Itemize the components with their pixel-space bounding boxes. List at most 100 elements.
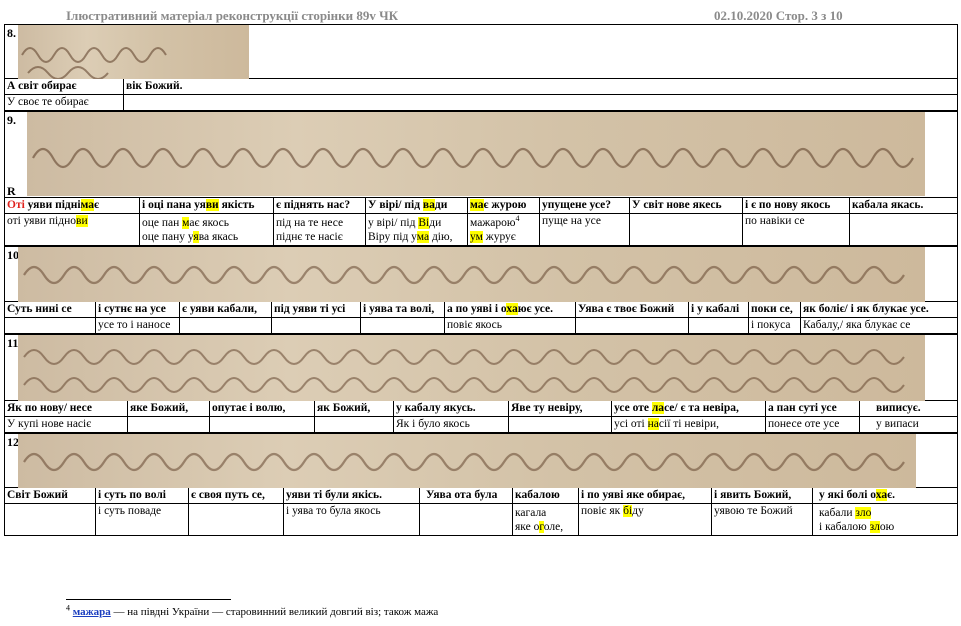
highlight: ха xyxy=(875,489,888,501)
cell: у вірі/ під Вiди Віру під ума дію, xyxy=(366,214,468,245)
highlight: зл xyxy=(869,521,880,533)
cell: У своє те обирає xyxy=(5,95,124,110)
header-title: Ілюстративний матеріал реконструкції сто… xyxy=(66,8,399,23)
cell: уяви ті були якісь. xyxy=(284,488,420,503)
highlight: ла xyxy=(651,402,665,414)
cell xyxy=(272,318,361,333)
cell: кабала якась. xyxy=(852,199,924,211)
cell: пуще на усе xyxy=(540,214,630,245)
text: ди xyxy=(434,199,448,211)
text: ди xyxy=(429,217,442,229)
section-10-plain-row: усе то і наносе повіє якось і покуса Каб… xyxy=(4,318,958,334)
cell xyxy=(128,417,210,432)
cell: Світ Божий xyxy=(5,488,96,503)
text: уяви підні xyxy=(24,199,81,211)
section-11-bold-row: Як по нову/ несе яке Божий, опутає і вол… xyxy=(4,401,958,417)
cell: оті уяви піднови xyxy=(5,214,140,245)
cell: Як і було якось xyxy=(394,417,509,432)
cell: по навіки се xyxy=(743,214,850,245)
cell xyxy=(5,318,96,333)
cell: Яве ту невіру, xyxy=(509,401,612,416)
cell: і явить Божий, xyxy=(712,488,813,503)
text: У вірі/ під xyxy=(368,199,423,211)
manuscript-image xyxy=(18,434,916,488)
section-10-image-row: 10 xyxy=(4,246,958,302)
cell: усі оті насії ті невіри, xyxy=(612,417,766,432)
highlight: ма xyxy=(80,199,95,211)
cell: і є по нову якось xyxy=(743,198,850,213)
cell xyxy=(189,504,284,535)
text: у які болі о xyxy=(819,489,876,501)
cell: у випаси xyxy=(876,418,919,430)
cell xyxy=(630,214,743,245)
section-number: 9. xyxy=(7,113,16,127)
cell: У світ нове якесь xyxy=(630,198,743,213)
text: піднє те насіє xyxy=(276,231,343,243)
cell: повіє як біду xyxy=(579,504,712,535)
text: ає якось xyxy=(189,217,229,229)
text: Віру під у xyxy=(368,231,417,243)
highlight: ви xyxy=(76,215,88,227)
red-word: Оті xyxy=(7,199,25,211)
text: і оці пана уя xyxy=(142,199,206,211)
cell: Суть нині се xyxy=(5,302,96,317)
cell xyxy=(361,318,445,333)
text: є xyxy=(94,199,100,211)
text: оце пан xyxy=(142,217,183,229)
section-9-plain-row: оті уяви піднови оце пан має якось оце па… xyxy=(4,214,958,246)
cell: і суть поваде xyxy=(96,504,189,535)
header-date-page: 02.10.2020 Стор. 3 з 10 xyxy=(714,8,843,23)
text: се/ є та невіра, xyxy=(664,402,739,414)
cell: Уява ота була xyxy=(420,488,513,503)
cell: Оті уяви піднімає xyxy=(5,198,140,213)
text: кабали xyxy=(819,507,856,519)
cell: і уява та волі, xyxy=(361,302,445,317)
cell: кабали зло і кабалою злою xyxy=(813,504,957,535)
cell: і сутнє на усе xyxy=(96,302,180,317)
cell: як боліє/ і як блукає усе. xyxy=(803,303,929,315)
section-12-plain-row: і суть поваде і уява то була якось кагал… xyxy=(4,504,958,536)
footnote-term-link[interactable]: мажара xyxy=(73,606,111,618)
section-10-bold-row: Суть нині се і сутнє на усе є уяви кабал… xyxy=(4,302,958,318)
cell: Кабалу,/ яка блукає се xyxy=(803,319,911,331)
cell: у які болі охає. xyxy=(813,488,957,503)
cell: і у кабалі xyxy=(689,302,749,317)
cell xyxy=(180,318,272,333)
highlight: ма xyxy=(470,199,484,211)
cell xyxy=(576,318,689,333)
cell: кагала яке оголе, xyxy=(513,504,579,535)
footnote: 4 мажара — на півдні України — старовинн… xyxy=(66,604,438,618)
text: мажарою xyxy=(470,217,516,229)
cell: під уяви ті усі xyxy=(272,302,361,317)
cell: оце пан має якось оце пану уява якась xyxy=(140,214,274,245)
cell: У купі нове насіє xyxy=(5,417,128,432)
text: сії ті невіри, xyxy=(658,418,720,430)
text: повіє як xyxy=(581,505,624,517)
cell: під на те несе піднє те насіє xyxy=(274,214,366,245)
section-8-bold-row: А світ обирає вік Божий. xyxy=(4,79,958,95)
manuscript-image xyxy=(18,247,925,302)
cell: опутає і волю, xyxy=(210,401,315,416)
footnote-separator xyxy=(66,599,231,600)
cell: виписує. xyxy=(876,402,921,414)
highlight: ум xyxy=(470,231,483,243)
text: ду xyxy=(632,505,644,517)
cell: усе оте ласе/ є та невіра, xyxy=(612,401,766,416)
manuscript-image xyxy=(18,335,925,401)
cell: Уява є твоє Божий xyxy=(576,302,689,317)
cell: є уяви кабали, xyxy=(180,302,272,317)
footnote-ref[interactable]: 4 xyxy=(515,214,519,223)
cell: є своя путь се, xyxy=(189,488,284,503)
text: ою xyxy=(879,521,895,533)
text: а по уяві і о xyxy=(447,303,507,315)
cell: понесе оте усе xyxy=(766,417,860,432)
cell: і суть по волі xyxy=(96,488,189,503)
manuscript-image xyxy=(27,112,925,196)
cell: у кабалу якусь. xyxy=(394,401,509,416)
cell: і уява то була якось xyxy=(284,504,420,535)
text: кагала xyxy=(515,507,547,519)
cell xyxy=(850,214,957,245)
text: дію, xyxy=(429,231,453,243)
cell: усе то і наносе xyxy=(96,318,180,333)
cell: кабалою xyxy=(513,488,579,503)
